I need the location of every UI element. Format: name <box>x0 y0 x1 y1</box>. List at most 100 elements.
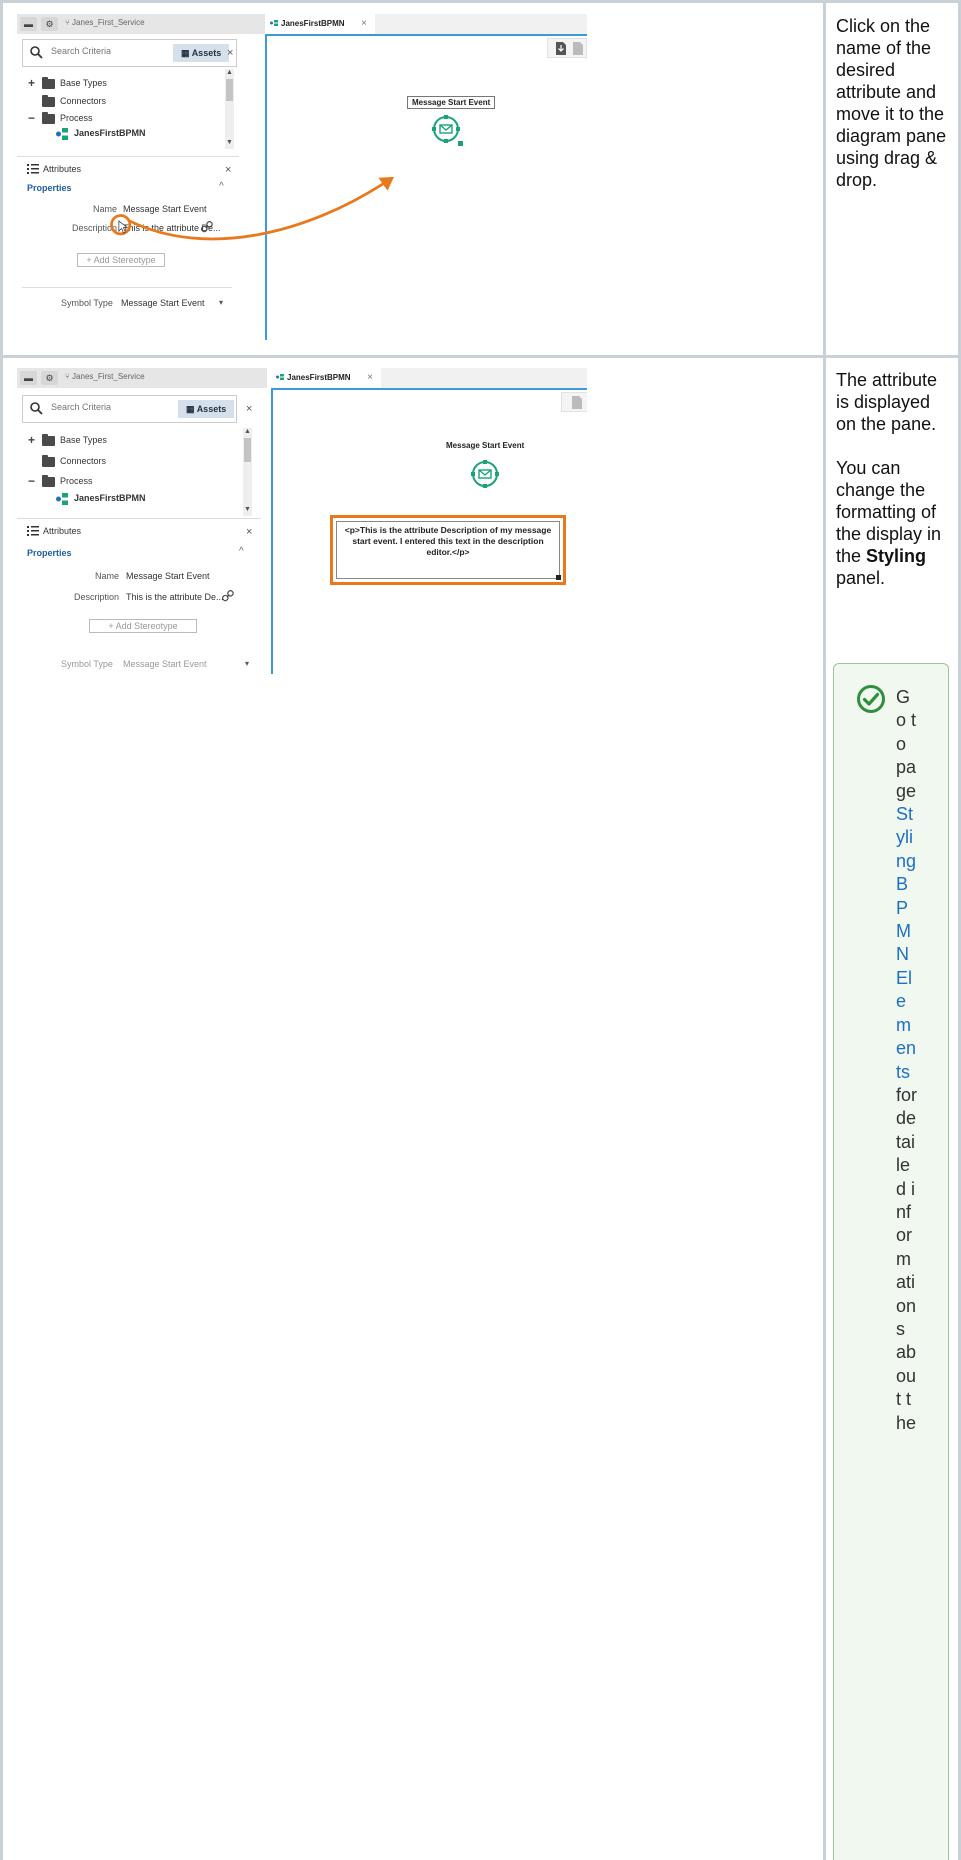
diagram-canvas[interactable]: Message Start Event <box>265 34 587 340</box>
resize-handle[interactable] <box>556 575 561 580</box>
search-icon <box>30 46 43 59</box>
symbol-type-label: Symbol Type <box>61 659 113 669</box>
tree-item-label: Connectors <box>60 456 107 466</box>
step1-app-screenshot: ▬ ⚙ ⑂ Janes_First_Service JanesFirstBPMN… <box>17 14 587 340</box>
attributes-title: Attributes <box>43 526 82 536</box>
scroll-up-icon[interactable]: ▲ <box>225 69 234 76</box>
attributes-title: Attributes <box>43 164 82 174</box>
diagram-canvas[interactable]: Message Start Event <p>This is the attri… <box>271 388 587 674</box>
event-label[interactable]: Message Start Event <box>446 441 524 450</box>
breadcrumb-text: Janes_First_Service <box>72 372 145 381</box>
open-folder-icon <box>42 112 55 124</box>
name-value: Message Start Event <box>123 204 207 214</box>
panel-divider <box>17 156 239 157</box>
scroll-down-icon[interactable]: ▼ <box>243 506 252 513</box>
list-icon <box>27 526 39 536</box>
name-value: Message Start Event <box>126 571 210 581</box>
folder-icon-button[interactable]: ▬ <box>20 17 37 31</box>
asset-tree: + Base Types Connectors − Process JanesFir… <box>22 430 262 510</box>
step2-app-screenshot: ▬ ⚙ ⑂ Janes_First_Service JanesFirstBPMN… <box>17 368 587 674</box>
attributes-close-icon[interactable]: × <box>246 526 252 538</box>
chevron-up-icon[interactable]: ^ <box>219 181 224 192</box>
name-label[interactable]: Name <box>37 204 117 214</box>
search-close-icon[interactable]: × <box>227 47 233 59</box>
chevron-up-icon[interactable]: ^ <box>239 546 244 557</box>
folder-icon <box>42 95 55 107</box>
tab-close-icon[interactable]: × <box>361 18 367 29</box>
expand-icon[interactable]: + <box>28 433 38 447</box>
tree-scrollbar[interactable]: ▲ ▼ <box>225 69 234 149</box>
canvas-toolbar <box>561 392 587 412</box>
tab-label: JanesFirstBPMN <box>287 373 351 382</box>
description-label[interactable]: Description <box>39 592 119 602</box>
tree-item-label: Process <box>60 113 93 123</box>
styling-bpmn-elements-link[interactable]: Styling BPMN Elements <box>896 804 916 1081</box>
scroll-up-icon[interactable]: ▲ <box>243 428 252 435</box>
scroll-thumb[interactable] <box>226 79 233 101</box>
tree-item-label: Connectors <box>60 96 107 106</box>
assets-button[interactable]: ▦ Assets <box>173 44 229 62</box>
tab-close-icon[interactable]: × <box>367 372 373 383</box>
symbol-type-select[interactable]: Message Start Event <box>123 659 207 669</box>
collapse-icon[interactable]: − <box>28 111 38 125</box>
step2-instruction-p1: The attribute is displayed on the pane. <box>836 370 938 434</box>
tab-label: JanesFirstBPMN <box>281 19 345 28</box>
tree-scrollbar[interactable]: ▲ ▼ <box>243 428 252 516</box>
search-input[interactable] <box>51 402 151 412</box>
link-icon[interactable] <box>222 590 234 602</box>
document-icon[interactable] <box>572 396 582 409</box>
expand-icon[interactable]: + <box>28 76 38 90</box>
table-row-divider <box>2 355 959 358</box>
list-icon <box>27 164 39 174</box>
breadcrumb[interactable]: ⑂ Janes_First_Service <box>65 372 145 381</box>
name-label[interactable]: Name <box>39 571 119 581</box>
breadcrumb[interactable]: ⑂ Janes_First_Service <box>65 18 145 27</box>
search-icon <box>30 402 43 415</box>
breadcrumb-text: Janes_First_Service <box>72 18 145 27</box>
search-input[interactable] <box>51 46 151 56</box>
folder-icon <box>42 77 55 89</box>
properties-title[interactable]: Properties <box>27 548 72 558</box>
tip-note-box: Go to page Styling BPMN Elements for det… <box>833 663 949 1860</box>
fork-icon: ⑂ <box>65 18 70 27</box>
properties-title[interactable]: Properties <box>27 183 72 193</box>
description-value: This is the attribute De... <box>126 592 224 602</box>
link-icon[interactable] <box>201 221 213 233</box>
symbol-type-label: Symbol Type <box>61 298 113 308</box>
table-column-divider <box>823 0 826 1860</box>
tab-janesfirstbpmn[interactable]: JanesFirstBPMN × <box>271 368 381 388</box>
explorer-topbar: ▬ ⚙ ⑂ Janes_First_Service <box>17 368 267 388</box>
step1-instruction: Click on the name of the desired attribu… <box>836 15 951 213</box>
tree-item-label: Process <box>60 476 93 486</box>
grid-icon: ▦ <box>181 48 190 58</box>
chevron-down-icon[interactable]: ▾ <box>219 298 223 307</box>
symbol-type-select[interactable]: Message Start Event <box>121 298 205 308</box>
document-icon[interactable] <box>573 42 583 55</box>
add-stereotype-button[interactable]: + Add Stereotype <box>77 253 165 267</box>
asset-tree: + Base Types Connectors − Process JanesFir… <box>22 74 232 154</box>
scroll-down-icon[interactable]: ▼ <box>225 139 234 146</box>
gear-icon-button[interactable]: ⚙ <box>41 17 58 31</box>
event-label[interactable]: Message Start Event <box>407 96 496 109</box>
assets-button[interactable]: ▦ Assets <box>178 400 234 418</box>
collapse-icon[interactable]: − <box>28 474 38 488</box>
grid-icon: ▦ <box>186 404 195 414</box>
export-icon[interactable] <box>556 42 566 55</box>
description-attribute-box[interactable]: <p>This is the attribute Description of … <box>330 515 566 585</box>
search-close-icon[interactable]: × <box>246 403 252 415</box>
add-stereotype-button[interactable]: + Add Stereotype <box>89 619 197 633</box>
message-start-event-shape[interactable] <box>430 113 464 147</box>
open-folder-icon <box>42 475 55 487</box>
folder-icon-button[interactable]: ▬ <box>20 371 37 385</box>
scroll-thumb[interactable] <box>244 438 251 462</box>
bpmn-diagram-icon <box>276 374 284 380</box>
search-bar: ▦ Assets <box>22 395 237 423</box>
attributes-close-icon[interactable]: × <box>225 164 231 176</box>
gear-icon-button[interactable]: ⚙ <box>41 371 58 385</box>
fork-icon: ⑂ <box>65 372 70 381</box>
tab-janesfirstbpmn[interactable]: JanesFirstBPMN × <box>265 14 375 34</box>
message-start-event-shape[interactable] <box>469 458 501 490</box>
chevron-down-icon[interactable]: ▾ <box>245 659 249 668</box>
editor-tabbar: JanesFirstBPMN × <box>265 14 587 34</box>
description-label[interactable]: Description <box>37 223 117 233</box>
